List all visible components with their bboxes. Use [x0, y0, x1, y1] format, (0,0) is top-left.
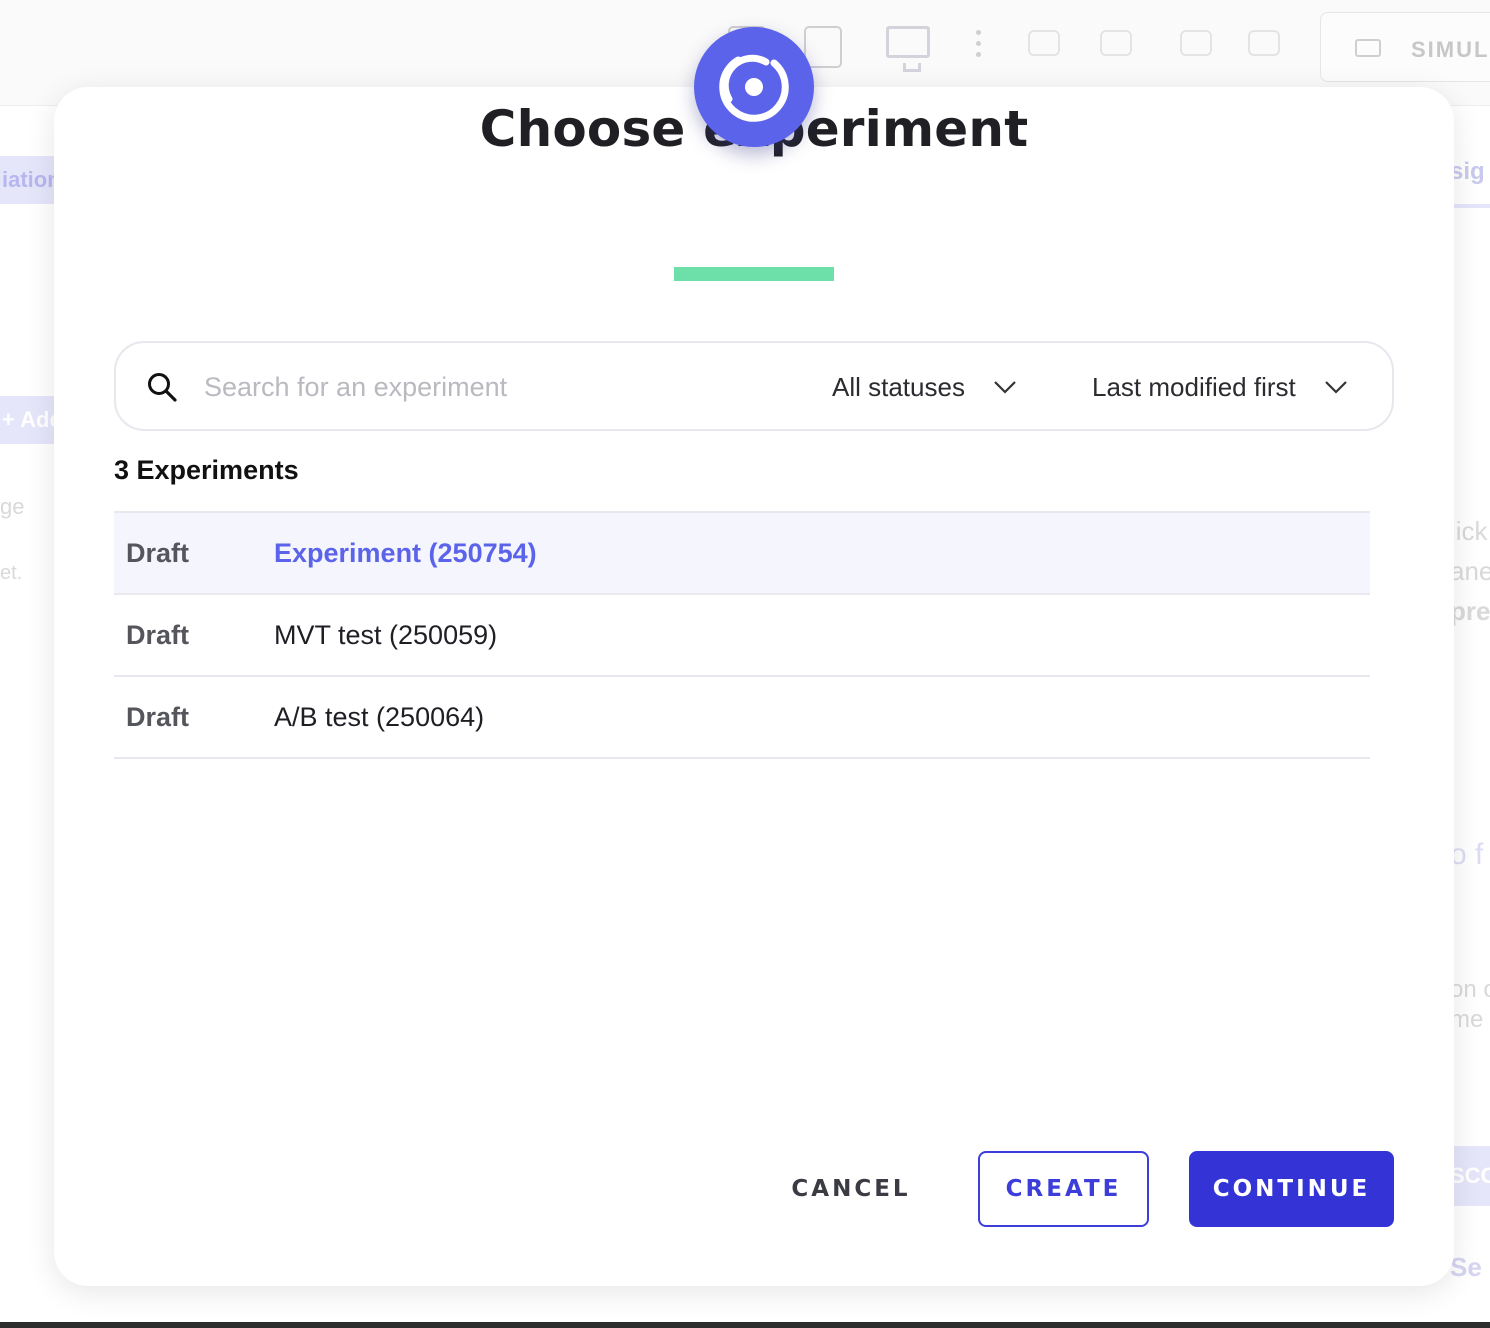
search-input[interactable] — [204, 363, 804, 411]
experiment-status: Draft — [126, 619, 190, 650]
simulate-button: SIMUL — [1320, 12, 1490, 82]
experiment-status: Draft — [126, 701, 190, 732]
status-filter-value: All statuses — [832, 371, 965, 402]
experiment-status: Draft — [126, 537, 190, 568]
background-right-text: Se — [1450, 1252, 1482, 1282]
chevron-down-icon — [994, 381, 1016, 394]
background-design-tab: sig — [1450, 150, 1490, 208]
status-filter-dropdown[interactable]: All statuses — [832, 343, 1017, 431]
title-underline — [674, 267, 834, 281]
sort-order-value: Last modified first — [1092, 371, 1296, 402]
background-variation-chip: iation — [0, 156, 56, 204]
undo-icon — [1028, 30, 1060, 56]
background-right-text: prev — [1450, 596, 1490, 626]
edit-icon — [1180, 30, 1212, 56]
pointer-icon — [1248, 30, 1280, 56]
tablet-view-icon — [804, 26, 842, 68]
chevron-down-icon — [1324, 381, 1347, 394]
more-options-icon — [976, 30, 982, 63]
experiment-row[interactable]: Draft A/B test (250064) — [114, 677, 1370, 759]
brand-logo-icon — [694, 27, 814, 147]
search-filter-bar: All statuses Last modified first — [114, 341, 1394, 431]
background-bottom-strip — [0, 1322, 1490, 1328]
cancel-button[interactable]: CANCEL — [774, 1151, 928, 1227]
background-left-text: et. — [0, 562, 23, 584]
background-right-text: on c — [1450, 976, 1490, 1003]
background-right-text: me — [1450, 1006, 1484, 1033]
camera-icon — [1355, 39, 1381, 57]
experiment-list: Draft Experiment (250754) Draft MVT test… — [114, 511, 1370, 759]
experiment-name: MVT test (250059) — [274, 619, 498, 650]
sort-order-dropdown[interactable]: Last modified first — [1092, 343, 1348, 431]
target-icon — [719, 52, 789, 122]
background-right-text: ane — [1450, 556, 1490, 586]
background-left-text: ge — [0, 494, 25, 519]
search-icon — [148, 373, 177, 402]
background-right-text: o f — [1450, 838, 1484, 871]
experiment-name: A/B test (250064) — [274, 701, 485, 732]
background-add-chip: + Add — [0, 396, 56, 444]
background-right-text: lick — [1450, 516, 1488, 546]
experiment-count: 3 Experiments — [114, 455, 299, 485]
create-button[interactable]: CREATE — [978, 1151, 1149, 1227]
continue-button[interactable]: CONTINUE — [1189, 1151, 1394, 1227]
experiment-name: Experiment (250754) — [274, 537, 537, 568]
simulate-label: SIMUL — [1411, 37, 1490, 62]
redo-icon — [1100, 30, 1132, 56]
experiment-row[interactable]: Draft Experiment (250754) — [114, 513, 1370, 595]
desktop-view-icon — [886, 26, 930, 72]
background-score-button: SCO — [1450, 1146, 1490, 1206]
experiment-row[interactable]: Draft MVT test (250059) — [114, 595, 1370, 677]
